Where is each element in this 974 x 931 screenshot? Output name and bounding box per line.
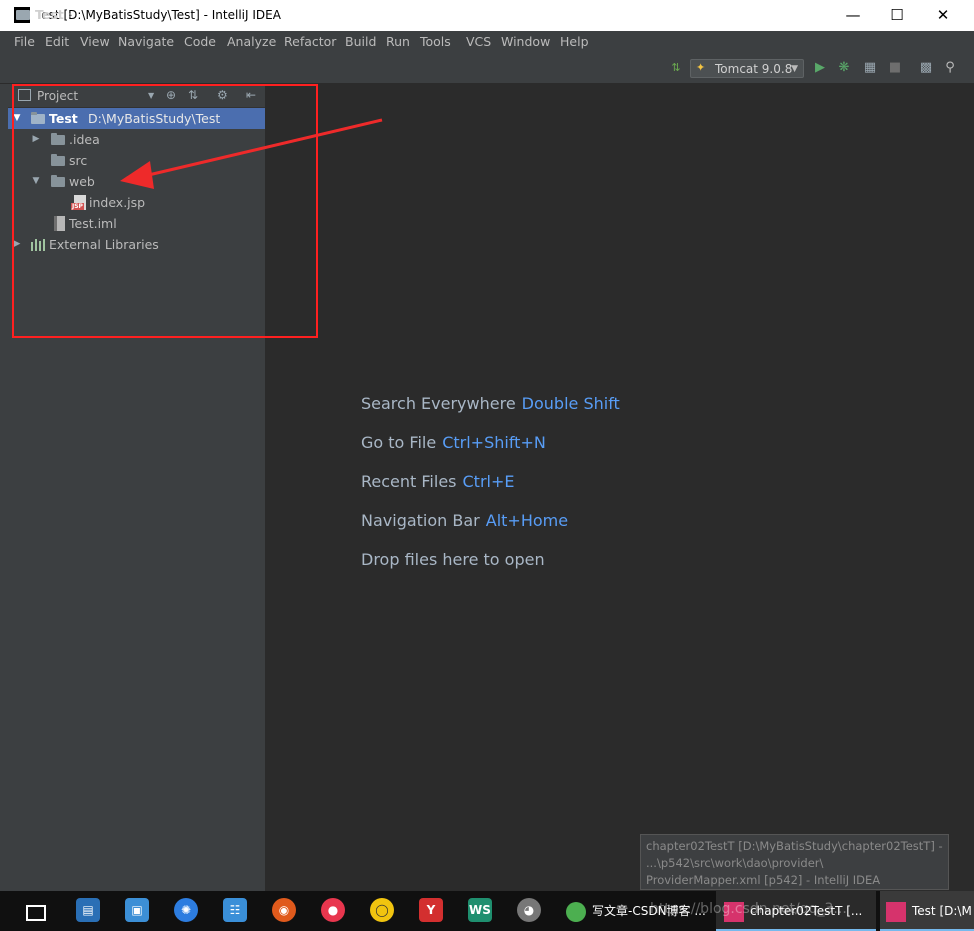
firefox-icon[interactable]: ◉ (272, 898, 296, 922)
hint-navigation-bar: Navigation Bar Alt+Home (361, 511, 569, 530)
left-tool-strip (0, 84, 8, 891)
youdao-icon[interactable]: Y (419, 898, 443, 922)
hint-go-to-file: Go to File Ctrl+Shift+N (361, 433, 546, 452)
webstorm-icon[interactable]: WS (468, 898, 492, 922)
folder-icon (16, 10, 30, 20)
hint-drop-files: Drop files here to open (361, 550, 545, 569)
run-config-label: Tomcat 9.0.8 (715, 62, 793, 76)
stop-icon[interactable]: ■ (887, 60, 903, 76)
taskbar-item-test[interactable]: Test [D:\M (880, 891, 974, 931)
menu-view[interactable]: View (80, 34, 110, 49)
watermark-text: https://blog.csdn.net/qq_3... (650, 901, 847, 917)
hint-search-everywhere: Search Everywhere Double Shift (361, 394, 620, 413)
project-structure-icon[interactable]: ▩ (918, 60, 934, 76)
coverage-icon[interactable]: ▦ (862, 60, 878, 76)
menu-navigate[interactable]: Navigate (118, 34, 174, 49)
menu-tools[interactable]: Tools (420, 34, 451, 49)
media-icon[interactable]: ◕ (517, 898, 541, 922)
menu-bar: File Edit View Navigate Code Analyze Ref… (0, 31, 974, 53)
menu-code[interactable]: Code (184, 34, 216, 49)
menu-help[interactable]: Help (560, 34, 589, 49)
computer-icon[interactable]: ▤ (76, 898, 100, 922)
menu-build[interactable]: Build (345, 34, 376, 49)
menu-window[interactable]: Window (501, 34, 550, 49)
search-icon[interactable]: ⚲ (942, 60, 958, 76)
menu-edit[interactable]: Edit (45, 34, 69, 49)
chevron-down-icon: ▼ (791, 64, 798, 74)
camera-icon[interactable]: ● (321, 898, 345, 922)
breadcrumb-label: Test (35, 7, 64, 22)
debug-icon[interactable]: ❋ (836, 60, 852, 76)
menu-refactor[interactable]: Refactor (284, 34, 336, 49)
run-icon[interactable]: ▶ (812, 60, 828, 76)
minimize-button[interactable]: — (830, 0, 876, 31)
app-360-icon[interactable]: ✺ (174, 898, 198, 922)
hint-recent-files: Recent Files Ctrl+E (361, 472, 515, 491)
intellij-icon (886, 901, 906, 922)
build-icon[interactable]: ⇅ (668, 60, 684, 76)
taskbar-tooltip: chapter02TestT [D:\MyBatisStudy\chapter0… (640, 834, 949, 890)
tomcat-icon: ✦ (696, 61, 706, 74)
breadcrumb[interactable]: Test › (16, 7, 73, 22)
close-button[interactable]: ✕ (920, 0, 966, 31)
menu-analyze[interactable]: Analyze (227, 34, 276, 49)
browser-icon (566, 901, 586, 922)
chrome-icon[interactable]: ◯ (370, 898, 394, 922)
control-panel-icon[interactable]: ☷ (223, 898, 247, 922)
menu-vcs[interactable]: VCS (466, 34, 491, 49)
maximize-button[interactable]: ☐ (874, 0, 920, 31)
menu-run[interactable]: Run (386, 34, 410, 49)
task-view-icon[interactable] (26, 905, 46, 921)
annotation-arrow-icon (120, 118, 383, 189)
desktop-icon[interactable]: ▣ (125, 898, 149, 922)
menu-file[interactable]: File (14, 34, 35, 49)
